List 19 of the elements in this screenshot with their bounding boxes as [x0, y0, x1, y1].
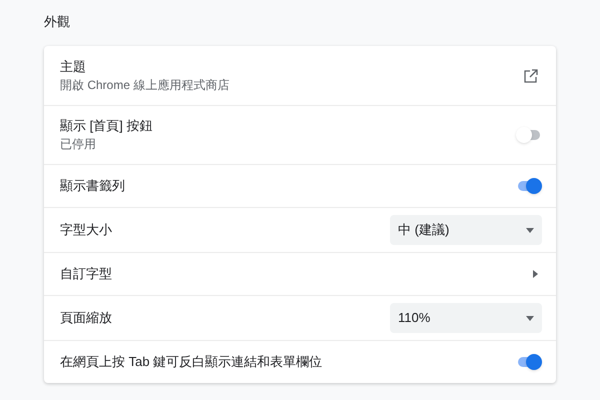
section-title: 外觀: [44, 13, 71, 31]
setting-label: 字型大小: [60, 221, 112, 239]
toggle-switch[interactable]: [516, 178, 542, 194]
toggle-switch[interactable]: [516, 354, 542, 370]
dropdown-arrow-icon: [526, 316, 534, 320]
setting-label: 頁面縮放: [60, 309, 112, 327]
dropdown-arrow-icon: [526, 228, 534, 232]
dropdown-select[interactable]: 中 (建議): [390, 215, 542, 245]
setting-label: 顯示 [首頁] 按鈕: [60, 117, 152, 135]
setting-label: 在網頁上按 Tab 鍵可反白顯示連結和表單欄位: [60, 353, 322, 371]
setting-label: 主題: [60, 58, 87, 76]
dropdown-select[interactable]: 110%: [390, 303, 542, 333]
setting-description: 開啟 Chrome 線上應用程式商店: [60, 76, 230, 94]
setting-label: 自訂字型: [60, 265, 112, 283]
setting-label: 顯示書籤列: [60, 177, 125, 195]
external-link-icon[interactable]: [524, 68, 538, 82]
setting-description: 已停用: [60, 136, 97, 153]
chevron-right-icon[interactable]: [533, 270, 538, 278]
toggle-switch[interactable]: [516, 127, 542, 143]
